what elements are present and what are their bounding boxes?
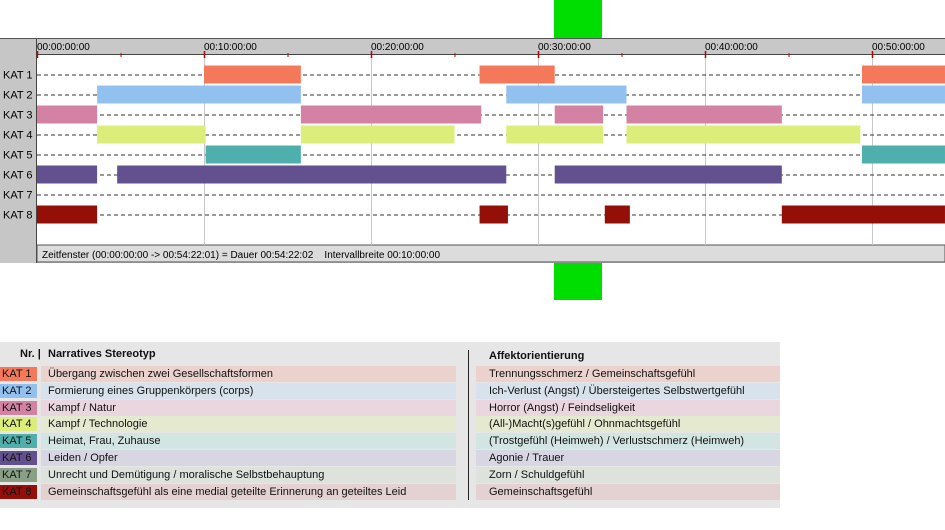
legend-kat-badge: KAT 8	[0, 484, 37, 499]
legend-affekt-text: Gemeinschaftsgefühl	[476, 483, 780, 500]
kat-row-label: KAT 1	[3, 70, 33, 82]
legend-affekt-text: Ich-Verlust (Angst) / Übersteigertes Sel…	[476, 382, 780, 399]
legend-kat-badge: KAT 4	[0, 417, 37, 432]
time-tick-label: 00:00:00:00	[37, 42, 90, 53]
kat-row-label: KAT 8	[3, 210, 33, 222]
legend-kat-badge: KAT 2	[0, 383, 37, 398]
kat-bar[interactable]	[97, 125, 206, 144]
kat-bar[interactable]	[205, 145, 301, 164]
kat-bar[interactable]	[204, 65, 301, 84]
green-marker-top	[554, 0, 602, 38]
time-tick-label: 00:30:00:00	[538, 42, 591, 53]
legend-header-nr: Nr. |	[20, 348, 41, 360]
kat-bar[interactable]	[781, 205, 945, 224]
timeline-chart[interactable]: 00:00:00:00 00:10:00:00 00:20:00:00 00:30:0…	[0, 38, 945, 263]
legend-affekt-text: Horror (Angst) / Feindseligkeit	[476, 399, 780, 416]
kat-bar[interactable]	[97, 85, 301, 104]
legend-table: Nr. | Narratives Stereotyp Affektorienti…	[0, 342, 780, 508]
legend-header-stereotyp: Narratives Stereotyp	[48, 348, 156, 360]
kat-bar[interactable]	[626, 125, 861, 144]
legend-kat-badge: KAT 7	[0, 467, 37, 482]
green-marker-bottom	[554, 263, 602, 300]
timeline-status-text: Zeitfenster (00:00:00:00 -> 00:54:22:01)…	[42, 250, 440, 261]
kat-bar[interactable]	[479, 205, 508, 224]
kat-row-label: KAT 2	[3, 90, 33, 102]
kat-bar[interactable]	[117, 165, 507, 184]
legend-kat-badge: KAT 3	[0, 400, 37, 415]
kat-bar[interactable]	[861, 65, 945, 84]
timeline-panel[interactable]: 00:00:00:00 00:10:00:00 00:20:00:00 00:30:0…	[0, 38, 945, 263]
kat-bar[interactable]	[861, 85, 945, 104]
legend-kat-badge: KAT 6	[0, 451, 37, 465]
kat-bar[interactable]	[37, 105, 98, 124]
time-tick-label: 00:40:00:00	[705, 42, 758, 53]
kat-row-label: KAT 6	[3, 170, 33, 182]
legend-row: KAT 3 Kampf / Natur Horror (Angst) / Feind…	[0, 399, 780, 416]
kat-bar[interactable]	[37, 165, 98, 184]
legend-row: KAT 8 Gemeinschaftsgefühl als eine medial…	[0, 483, 780, 500]
time-tick-label: 00:20:00:00	[371, 42, 424, 53]
legend-kat-badge: KAT 5	[0, 434, 37, 449]
kat-row-label: KAT 4	[3, 130, 33, 142]
legend-affekt-text: (All-)Macht(s)gefühl / Ohnmachtsgefühl	[476, 416, 780, 433]
legend-stereotyp-text: Leiden / Opfer	[41, 450, 456, 466]
kat-bar[interactable]	[554, 105, 604, 124]
legend-stereotyp-text: Heimat, Frau, Zuhause	[41, 433, 456, 450]
legend-stereotyp-text: Formierung eines Gruppenkörpers (corps)	[41, 382, 456, 399]
legend-stereotyp-text: Kampf / Technologie	[41, 416, 456, 433]
legend-stereotyp-text: Kampf / Natur	[41, 399, 456, 416]
kat-bar[interactable]	[626, 105, 782, 124]
legend-row: KAT 7 Unrecht und Demütigung / moralische…	[0, 466, 780, 483]
legend-affekt-text: Agonie / Trauer	[476, 450, 780, 466]
legend-stereotyp-text: Gemeinschaftsgefühl als eine medial gete…	[41, 483, 456, 500]
kat-bar[interactable]	[300, 125, 455, 144]
legend-row: KAT 5 Heimat, Frau, Zuhause (Trostgefühl (…	[0, 433, 780, 450]
legend-row: KAT 2 Formierung eines Gruppenkörpers (co…	[0, 382, 780, 399]
kat-bar[interactable]	[861, 145, 945, 164]
legend-affekt-text: (Trostgefühl (Heimweh) / Verlustschmerz …	[476, 433, 780, 450]
legend-stereotyp-text: Unrecht und Demütigung / moralische Selb…	[41, 466, 456, 483]
kat-row-label: KAT 7	[3, 190, 33, 202]
kat-bar[interactable]	[300, 105, 482, 124]
kat-bar[interactable]	[479, 65, 555, 84]
legend-kat-badge: KAT 1	[0, 367, 37, 381]
kat-row-label: KAT 3	[3, 110, 33, 122]
legend-affekt-text: Zorn / Schuldgefühl	[476, 466, 780, 483]
kat-bar[interactable]	[37, 205, 98, 224]
time-tick-label: 00:10:00:00	[204, 42, 257, 53]
legend-row: KAT 4 Kampf / Technologie (All-)Macht(s)ge…	[0, 416, 780, 433]
kat-bar[interactable]	[506, 125, 604, 144]
legend-header-affekt: Affektorientierung	[489, 350, 585, 362]
legend-row: KAT 6 Leiden / Opfer Agonie / Trauer	[0, 450, 780, 466]
kat-bar[interactable]	[506, 85, 627, 104]
kat-bar[interactable]	[604, 205, 630, 224]
legend-row: KAT 1 Übergang zwischen zwei Gesellschaft…	[0, 366, 780, 382]
kat-row-label: KAT 5	[3, 150, 33, 162]
time-tick-label: 00:50:00:00	[872, 42, 925, 53]
legend-stereotyp-text: Übergang zwischen zwei Gesellschaftsform…	[41, 366, 456, 382]
legend-affekt-text: Trennungsschmerz / Gemeinschaftsgefühl	[476, 366, 780, 382]
kat-bar[interactable]	[554, 165, 782, 184]
